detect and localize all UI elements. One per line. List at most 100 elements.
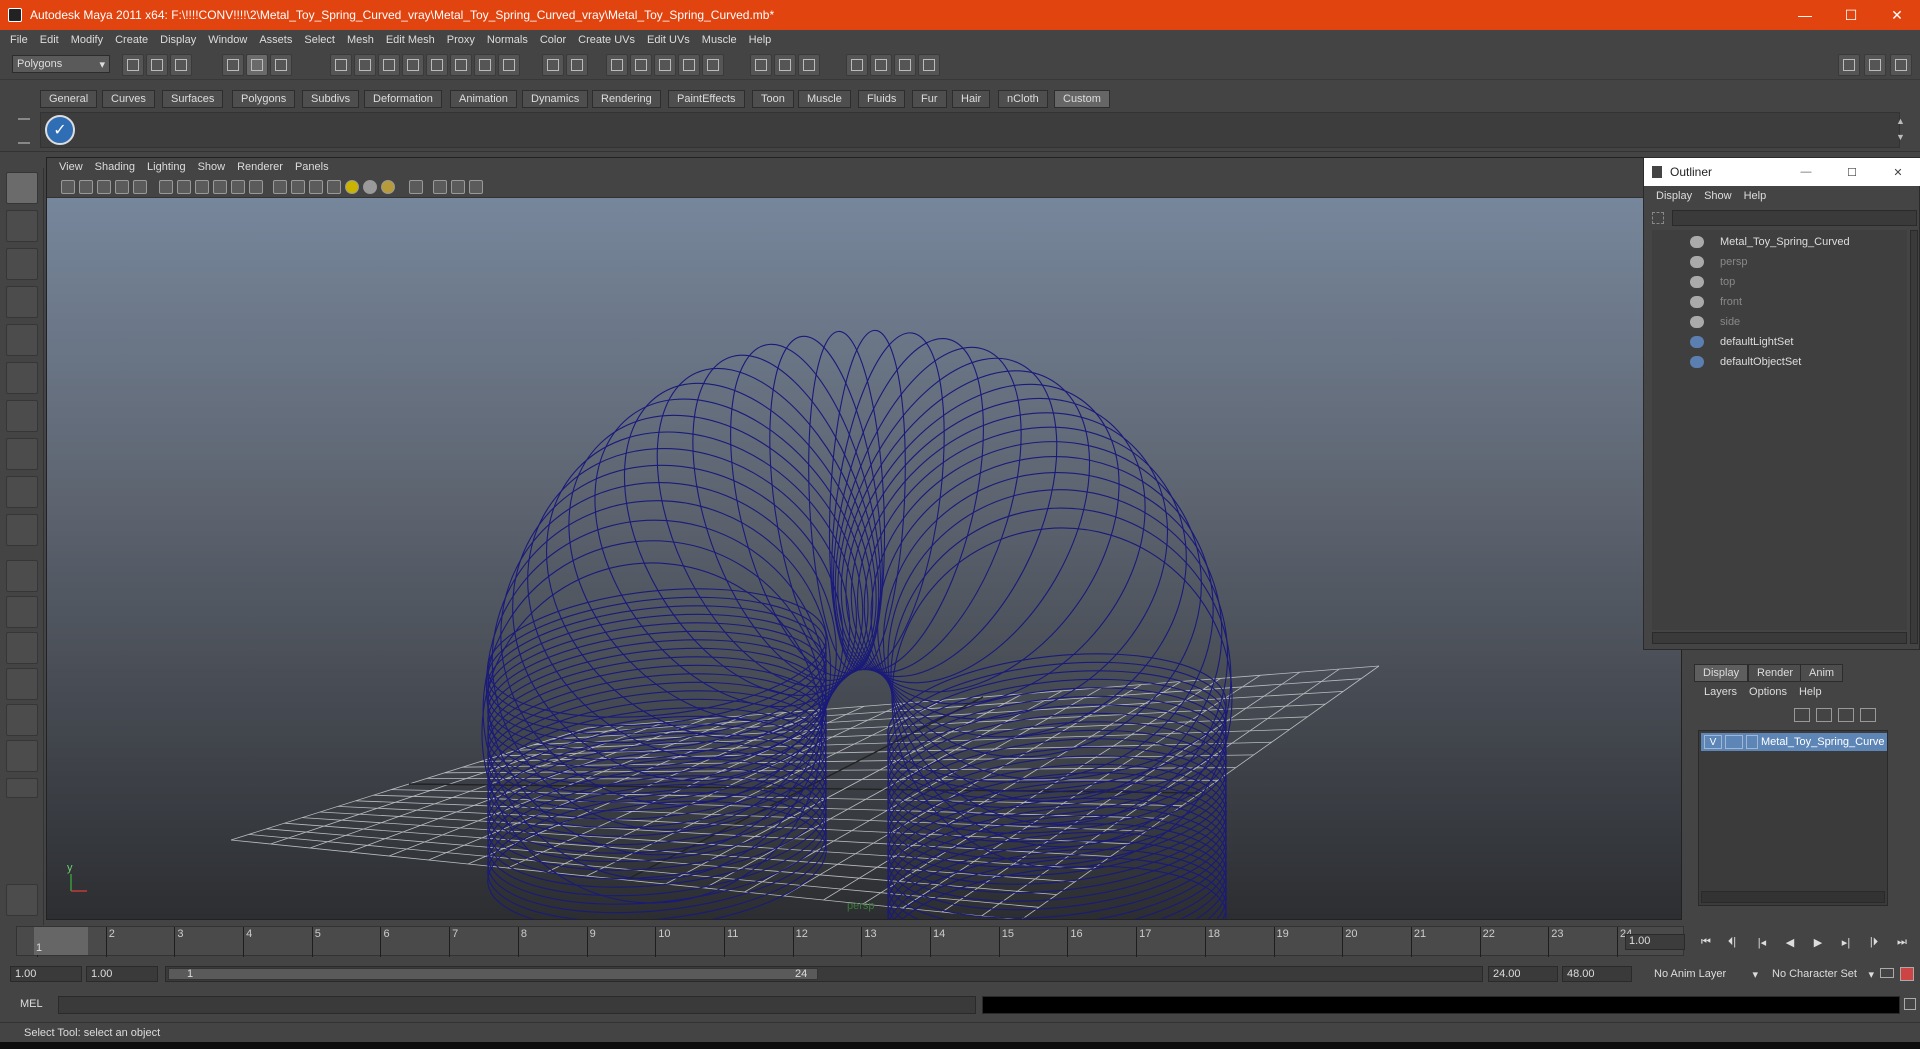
show-manipulator-icon[interactable] (6, 476, 38, 508)
menu-set-dropdown[interactable]: Polygons ▾ (12, 55, 110, 73)
filter-icon[interactable] (1652, 212, 1664, 224)
select-surfaces-icon[interactable] (402, 54, 424, 76)
layer-menu-layers[interactable]: Layers (1698, 686, 1743, 698)
checkmark-icon[interactable]: ✓ (45, 115, 75, 145)
select-by-component-icon[interactable] (270, 54, 292, 76)
viewport-menu-view[interactable]: View (53, 161, 89, 173)
menu-color[interactable]: Color (534, 34, 572, 46)
outliner-filter-input[interactable] (1672, 210, 1917, 226)
ipr-render-icon[interactable] (894, 54, 916, 76)
snap-view-plane-icon[interactable] (678, 54, 700, 76)
outliner-menu-display[interactable]: Display (1650, 190, 1698, 202)
add-selected-to-layer-icon[interactable] (1860, 708, 1876, 722)
camera-attributes-icon[interactable] (79, 180, 93, 194)
outliner-item-metal-toy-spring[interactable]: Metal_Toy_Spring_Curved (1652, 232, 1907, 252)
select-tool-icon[interactable] (6, 172, 38, 204)
close-button[interactable]: ✕ (1874, 0, 1920, 30)
hypershade-layout-icon[interactable] (6, 704, 38, 736)
shelf-tab-deformation[interactable]: Deformation (364, 90, 442, 108)
uv-layout-icon[interactable] (6, 740, 38, 772)
xray-joints-icon[interactable] (451, 180, 465, 194)
open-scene-icon[interactable] (146, 54, 168, 76)
shelf-tab-muscle[interactable]: Muscle (798, 90, 851, 108)
menu-normals[interactable]: Normals (481, 34, 534, 46)
manipulator-tool-icon[interactable] (6, 400, 38, 432)
current-frame-field[interactable]: 1.00 (1625, 934, 1685, 950)
image-plane-icon[interactable] (115, 180, 129, 194)
outliner-close-button[interactable]: ✕ (1875, 166, 1920, 179)
wireframe-icon[interactable] (273, 180, 287, 194)
layer-row[interactable]: V Metal_Toy_Spring_Curve (1701, 733, 1887, 751)
menu-help[interactable]: Help (743, 34, 778, 46)
viewport-menu-show[interactable]: Show (192, 161, 232, 173)
shelf-tab-painteffects[interactable]: PaintEffects (668, 90, 745, 108)
xray-components-icon[interactable] (469, 180, 483, 194)
layer-menu-options[interactable]: Options (1743, 686, 1793, 698)
mel-label[interactable]: MEL (20, 998, 43, 1010)
last-tool-icon[interactable] (6, 514, 38, 546)
shelf-scroll-up-icon[interactable]: ▲ (1896, 116, 1908, 128)
select-dynamics-icon[interactable] (450, 54, 472, 76)
step-back-key-icon[interactable]: |◂ (1752, 934, 1772, 950)
layer-horizontal-scrollbar[interactable] (1701, 891, 1885, 903)
animation-end-field[interactable]: 48.00 (1562, 966, 1632, 982)
layout-options-icon[interactable] (6, 778, 38, 798)
high-quality-icon[interactable] (381, 180, 395, 194)
shelf-tab-fluids[interactable]: Fluids (858, 90, 906, 108)
outliner-item-front[interactable]: front (1652, 292, 1907, 312)
shelf-tab-rendering[interactable]: Rendering (592, 90, 661, 108)
wireframe-on-shaded-icon[interactable] (309, 180, 323, 194)
render-settings-icon[interactable] (918, 54, 940, 76)
go-to-start-icon[interactable]: ⏮ (1696, 934, 1716, 950)
shelf-tab-animation[interactable]: Animation (450, 90, 517, 108)
make-live-icon[interactable] (702, 54, 724, 76)
minimize-button[interactable]: — (1782, 0, 1828, 30)
menu-select[interactable]: Select (298, 34, 341, 46)
select-joints-icon[interactable] (354, 54, 376, 76)
layer-tab-display[interactable]: Display (1694, 664, 1749, 682)
menu-assets[interactable]: Assets (253, 34, 298, 46)
menu-edit-mesh[interactable]: Edit Mesh (380, 34, 441, 46)
bookmarks-icon[interactable] (97, 180, 111, 194)
outliner-item-top[interactable]: top (1652, 272, 1907, 292)
viewport-menu-panels[interactable]: Panels (289, 161, 335, 173)
use-all-lights-icon[interactable] (345, 180, 359, 194)
new-scene-icon[interactable] (122, 54, 144, 76)
viewport-menu-lighting[interactable]: Lighting (141, 161, 192, 173)
outliner-horizontal-scrollbar[interactable] (1652, 632, 1907, 644)
viewport-menu-renderer[interactable]: Renderer (231, 161, 289, 173)
script-editor-icon[interactable] (1904, 998, 1916, 1010)
lock-selection-icon[interactable] (542, 54, 564, 76)
snap-point-icon[interactable] (654, 54, 676, 76)
playback-start-field[interactable]: 1.00 (86, 966, 158, 982)
paint-select-tool-icon[interactable] (6, 248, 38, 280)
layer-color-swatch[interactable] (1746, 735, 1758, 749)
time-slider[interactable]: 123456789101112131415161718192021222324 (16, 926, 1684, 957)
perspective-outliner-layout-icon[interactable] (6, 632, 38, 664)
move-layer-icon[interactable] (1794, 708, 1810, 722)
shelf-tab-surfaces[interactable]: Surfaces (162, 90, 224, 108)
auto-key-icon[interactable] (1880, 968, 1894, 978)
menu-file[interactable]: File (4, 34, 34, 46)
select-curves-icon[interactable] (378, 54, 400, 76)
menu-mesh[interactable]: Mesh (341, 34, 380, 46)
menu-create[interactable]: Create (109, 34, 154, 46)
snap-grid-icon[interactable] (606, 54, 628, 76)
outliner-menu-show[interactable]: Show (1698, 190, 1738, 202)
layer-tab-anim[interactable]: Anim (1800, 664, 1844, 682)
range-slider-track[interactable]: 1 24 (165, 966, 1483, 982)
show-attribute-editor-icon[interactable] (1838, 54, 1860, 76)
step-forward-frame-icon[interactable]: |⏵ (1864, 934, 1884, 950)
outliner-vertical-scrollbar[interactable] (1910, 230, 1918, 644)
shadows-icon[interactable] (363, 180, 377, 194)
select-by-object-icon[interactable] (246, 54, 268, 76)
scale-tool-icon[interactable] (6, 362, 38, 394)
field-chart-icon[interactable] (213, 180, 227, 194)
shelf-tab-curves[interactable]: Curves (102, 90, 155, 108)
layer-display-type-toggle[interactable] (1725, 735, 1743, 749)
resolution-gate-icon[interactable] (177, 180, 191, 194)
gate-mask-icon[interactable] (195, 180, 209, 194)
outliner-item-default-light-set[interactable]: defaultLightSet (1652, 332, 1907, 352)
save-scene-icon[interactable] (170, 54, 192, 76)
help-icon[interactable] (498, 54, 520, 76)
